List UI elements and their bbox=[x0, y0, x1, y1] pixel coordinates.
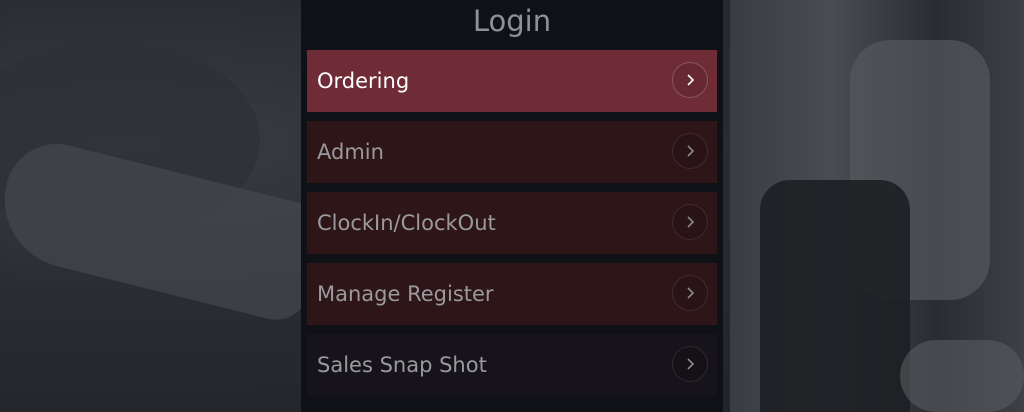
menu-item-ordering[interactable]: Ordering bbox=[307, 50, 717, 112]
chevron-right-icon[interactable] bbox=[672, 133, 708, 169]
menu-item-label: Ordering bbox=[317, 69, 410, 93]
menu-item-label: Sales Snap Shot bbox=[317, 353, 487, 377]
menu-item-label: Admin bbox=[317, 140, 384, 164]
menu-item-clockin-clockout[interactable]: ClockIn/ClockOut bbox=[307, 192, 717, 254]
page-title: Login bbox=[472, 4, 552, 38]
login-menu: Ordering Admin ClockIn/ClockOut Manage R… bbox=[307, 50, 717, 405]
chevron-right-icon[interactable] bbox=[672, 346, 708, 382]
menu-item-sales-snap-shot[interactable]: Sales Snap Shot bbox=[307, 334, 717, 396]
chevron-right-icon[interactable] bbox=[672, 204, 708, 240]
menu-item-admin[interactable]: Admin bbox=[307, 121, 717, 183]
chevron-right-icon[interactable] bbox=[672, 275, 708, 311]
chevron-right-icon[interactable] bbox=[672, 62, 708, 98]
menu-item-label: ClockIn/ClockOut bbox=[317, 211, 496, 235]
login-panel: Login Ordering Admin ClockIn/ClockOut Ma… bbox=[301, 0, 723, 412]
menu-item-manage-register[interactable]: Manage Register bbox=[307, 263, 717, 325]
menu-item-label: Manage Register bbox=[317, 282, 494, 306]
